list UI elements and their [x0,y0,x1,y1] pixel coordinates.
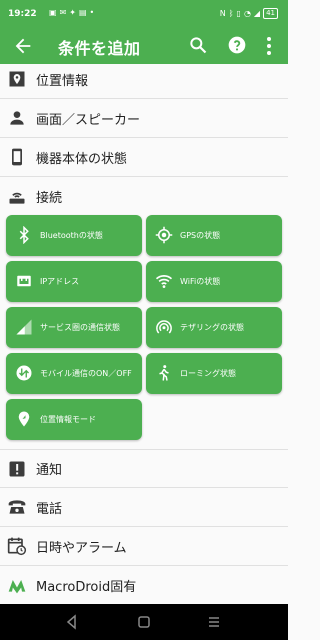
battery-icon: 41 [263,8,278,19]
tile-gps-state[interactable]: GPSの状態 [146,215,282,256]
wifi-icon: ◔ [243,9,251,18]
category-date-alarm[interactable]: 日時やアラーム [0,527,288,566]
cell-signal-icon [16,319,32,335]
category-macrodroid[interactable]: MacroDroid固有 [0,566,288,604]
tile-wifi-state[interactable]: WiFiの状態 [146,261,282,302]
hotspot-icon [156,320,172,334]
nav-back-icon[interactable] [64,614,80,630]
help-icon[interactable] [227,35,247,55]
notification-icons: ▣ ✉ ✦ ▤ • [49,8,94,17]
more-vert-icon[interactable] [262,35,276,57]
mail-icon: ✉ [59,8,67,17]
twitter-icon: ✦ [69,8,76,17]
tile-bluetooth-state[interactable]: Bluetoothの状態 [6,215,142,256]
macrodroid-icon [8,580,26,594]
line-icon: ▣ [49,8,57,17]
wifi-icon [155,275,173,288]
phone-icon [12,148,22,166]
category-screen-speaker[interactable]: 画面／スピーカー [0,99,288,138]
gps-icon [155,226,173,244]
telephone-icon [8,500,26,514]
tile-tethering-state[interactable]: テザリングの状態 [146,307,282,348]
tile-location-mode[interactable]: 位置情報モード [6,399,142,440]
ethernet-icon [17,275,31,287]
person-icon [10,111,24,125]
location-icon [18,411,30,427]
search-icon[interactable] [188,35,208,55]
tile-ip-address[interactable]: IPアドレス [6,261,142,302]
status-time: 19:22 [8,9,37,19]
back-arrow-icon[interactable] [12,35,34,57]
page-title: 条件を追加 [58,39,141,58]
app-bar: 条件を追加 [0,28,288,64]
category-location[interactable]: 位置情報 [0,64,288,99]
category-device-state[interactable]: 機器本体の状態 [0,138,288,177]
alert-icon [9,461,25,476]
tile-service-state[interactable]: サービス圏の通信状態 [6,307,142,348]
tile-mobile-data[interactable]: モバイル通信のON／OFF [6,353,142,394]
nfc-icon: N [219,9,226,18]
calendar-clock-icon [7,537,27,556]
category-notification[interactable]: 通知 [0,449,288,488]
chat-icon: ▤ [78,8,87,17]
walking-icon [159,365,169,381]
nav-recents-icon[interactable] [206,614,222,630]
router-icon [9,192,25,204]
data-swap-icon [16,365,32,381]
map-pin-icon [9,71,25,87]
system-icons: N ᛒ ▯ ◔ ◢ 41 [220,8,278,19]
vibrate-icon: ▯ [236,9,241,18]
signal-icon: ◢ [253,9,261,18]
system-nav-bar [0,604,288,640]
category-connectivity[interactable]: 接続 [0,177,288,216]
condition-list: 位置情報 画面／スピーカー 機器本体の状態 接続 Bluetoothの状態 GP… [0,64,288,604]
category-phone[interactable]: 電話 [0,488,288,527]
tile-roaming-state[interactable]: ローミング状態 [146,353,282,394]
status-bar: 19:22 ▣ ✉ ✦ ▤ • N ᛒ ▯ ◔ ◢ 41 [0,0,288,28]
dot-icon: • [89,8,95,17]
bluetooth-icon: ᛒ [228,9,234,18]
bluetooth-icon [19,226,29,244]
nav-home-icon[interactable] [136,614,152,630]
